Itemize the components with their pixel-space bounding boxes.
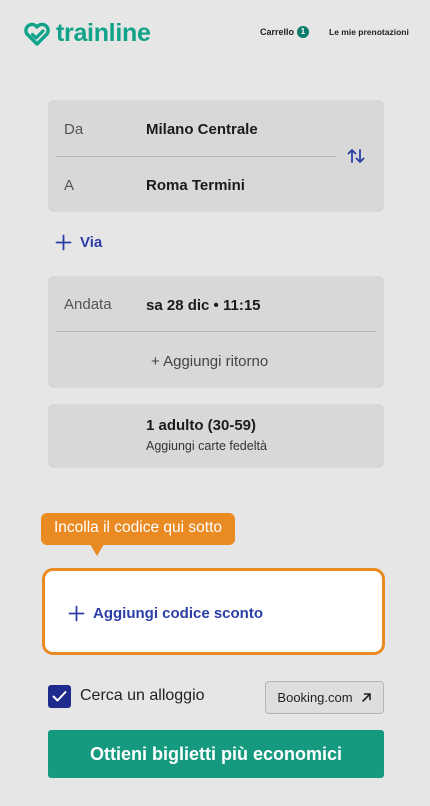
external-arrow-icon <box>361 693 371 702</box>
add-via-button[interactable]: Via <box>55 234 102 251</box>
cart-link[interactable]: Carrello 1 <box>260 26 310 38</box>
from-label: Da <box>64 121 84 138</box>
cart-label: Carrello <box>260 27 295 37</box>
plus-icon <box>68 605 85 622</box>
brand-name: trainline <box>56 19 151 47</box>
booking-com-button[interactable]: Booking.com <box>265 681 384 714</box>
discount-code-box[interactable]: Aggiungi codice sconto <box>42 568 385 655</box>
discount-code-label: Aggiungi codice sconto <box>93 605 264 622</box>
to-label: A <box>64 177 75 194</box>
from-station-field[interactable]: Milano Centrale <box>146 121 258 138</box>
passenger-summary: 1 adulto (30-59) <box>146 417 257 434</box>
outbound-label: Andata <box>64 296 112 313</box>
checkbox-check-icon <box>52 691 67 702</box>
passengers-card[interactable]: 1 adulto (30-59) Aggiungi carte fedeltà <box>48 404 384 468</box>
add-loyalty-cards: Aggiungi carte fedeltà <box>146 439 267 453</box>
add-discount-code-button[interactable]: Aggiungi codice sconto <box>68 605 263 622</box>
booking-com-label: Booking.com <box>277 690 353 705</box>
plus-icon <box>55 234 72 251</box>
cart-count-badge: 1 <box>297 26 310 38</box>
swap-icon[interactable] <box>346 146 366 166</box>
dates-divider <box>56 331 376 332</box>
to-station-field[interactable]: Roma Termini <box>146 177 245 194</box>
route-divider <box>56 156 336 157</box>
dates-card: Andata sa 28 dic • 11:15 + Aggiungi rito… <box>48 276 384 388</box>
top-header: trainline Carrello 1 Le mie prenotazioni <box>0 0 430 66</box>
trainline-logo[interactable]: trainline <box>24 19 151 48</box>
via-label: Via <box>80 234 103 251</box>
outbound-date-field[interactable]: sa 28 dic • 11:15 <box>146 297 261 314</box>
add-return-button[interactable]: + Aggiungi ritorno <box>151 353 268 370</box>
trainline-logo-icon <box>24 22 50 46</box>
paste-code-tooltip: Incolla il codice qui sotto <box>41 513 236 545</box>
route-card: Da Milano Centrale A Roma Termini <box>48 100 384 212</box>
accommodation-checkbox[interactable] <box>48 685 71 708</box>
get-cheapest-tickets-button[interactable]: Ottieni biglietti più economici <box>48 730 384 778</box>
my-bookings-link[interactable]: Le mie prenotazioni <box>329 27 409 37</box>
tooltip-arrow <box>90 544 104 556</box>
accommodation-label[interactable]: Cerca un alloggio <box>80 687 205 705</box>
